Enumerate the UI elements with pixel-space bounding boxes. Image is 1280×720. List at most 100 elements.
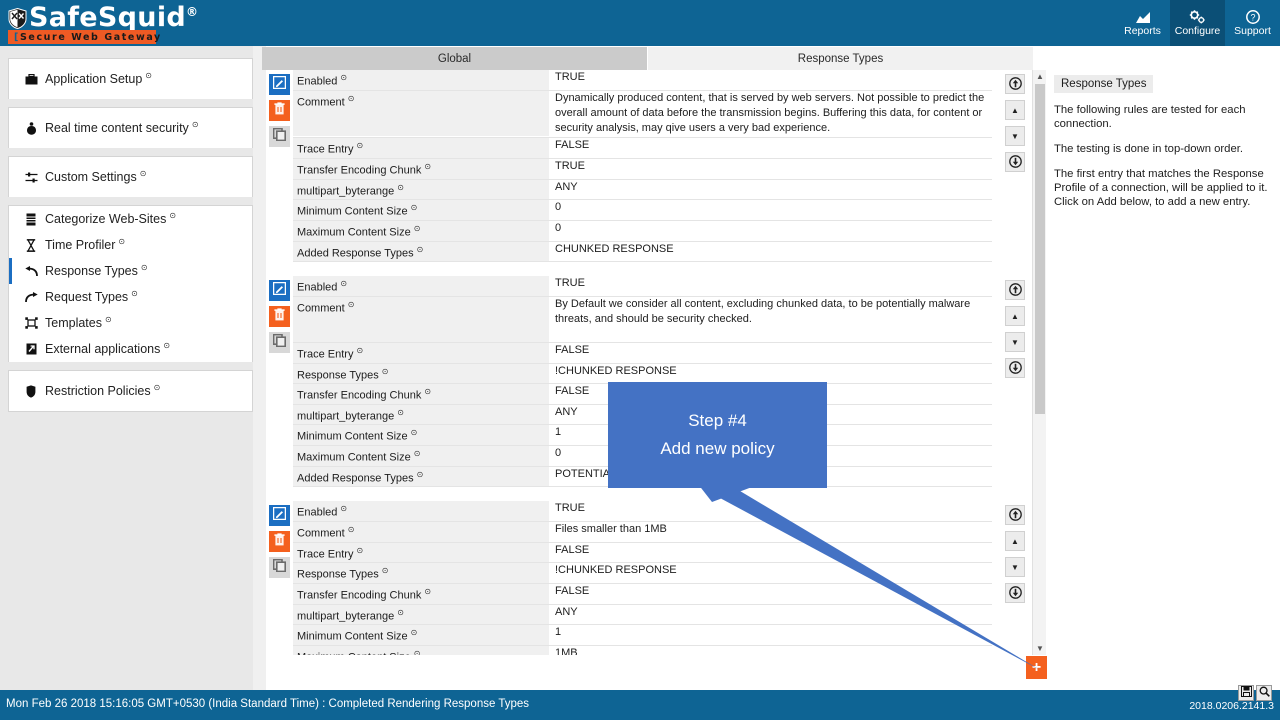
move-to-bottom-button[interactable]: [1005, 358, 1025, 379]
search-icon: [1259, 686, 1270, 700]
help-marker-icon[interactable]: ⊙: [411, 428, 418, 437]
clone-entry-button[interactable]: [269, 332, 290, 354]
field-value[interactable]: CHUNKED RESPONSE: [549, 241, 992, 258]
sidebar-content-divider: [253, 46, 266, 698]
help-marker-icon[interactable]: ⊙: [411, 203, 418, 212]
help-marker-icon[interactable]: ⊙: [145, 71, 152, 80]
search-button[interactable]: [1256, 685, 1272, 701]
entry-reorder-controls: ▲ ▼: [996, 70, 1034, 262]
field-value[interactable]: TRUE: [549, 158, 992, 176]
help-marker-icon[interactable]: ⊙: [382, 367, 389, 376]
clone-entry-button[interactable]: [269, 126, 290, 147]
nav-item-support[interactable]: ? Support: [1225, 0, 1280, 46]
scrollbar-thumb[interactable]: [1035, 84, 1045, 414]
sidebar-item-request-types[interactable]: Request Types ⊙: [9, 284, 252, 310]
tab-response-types[interactable]: Response Types: [648, 47, 1034, 70]
field-value[interactable]: 0: [549, 220, 992, 238]
help-marker-icon[interactable]: ⊙: [105, 315, 112, 324]
move-up-button[interactable]: ▲: [1005, 306, 1025, 327]
tab-global[interactable]: Global: [262, 47, 648, 70]
field-label: Transfer Encoding Chunk ⊙: [293, 384, 549, 404]
move-down-button[interactable]: ▼: [1005, 126, 1025, 146]
sidebar-item-response-types[interactable]: Response Types ⊙: [9, 258, 252, 284]
app-header: SafeSquid® [Secure Web Gateway] Reports …: [0, 0, 1280, 46]
move-down-button[interactable]: ▼: [1005, 332, 1025, 353]
help-marker-icon[interactable]: ⊙: [192, 120, 199, 129]
nav-item-configure[interactable]: Configure: [1170, 0, 1225, 46]
help-marker-icon[interactable]: ⊙: [417, 470, 424, 479]
sidebar-group-4: Restriction Policies ⊙: [8, 370, 253, 412]
help-marker-icon[interactable]: ⊙: [397, 608, 404, 617]
field-row: Comment ⊙ Dynamically produced content, th…: [293, 90, 992, 139]
delete-entry-button[interactable]: [269, 100, 290, 121]
field-value[interactable]: TRUE: [549, 276, 992, 293]
copy-icon: [272, 127, 286, 146]
help-marker-icon[interactable]: ⊙: [414, 224, 421, 233]
field-value[interactable]: TRUE: [549, 70, 992, 87]
sidebar-item-restriction-policies[interactable]: Restriction Policies ⊙: [9, 371, 252, 411]
sidebar-item-categorize-web-sites[interactable]: Categorize Web-Sites ⊙: [9, 206, 252, 232]
sidebar-item-custom-settings[interactable]: Custom Settings ⊙: [9, 157, 252, 197]
sidebar-item-application-setup[interactable]: Application Setup ⊙: [9, 59, 252, 99]
help-marker-icon[interactable]: ⊙: [356, 546, 363, 555]
help-marker-icon[interactable]: ⊙: [340, 279, 347, 288]
edit-entry-button[interactable]: [269, 74, 290, 95]
help-marker-icon[interactable]: ⊙: [414, 649, 421, 655]
sidebar-item-time-profiler[interactable]: Time Profiler ⊙: [9, 232, 252, 258]
help-marker-icon[interactable]: ⊙: [348, 300, 355, 309]
scrollbar-up-arrow[interactable]: ▲: [1033, 70, 1047, 83]
help-marker-icon[interactable]: ⊙: [340, 504, 347, 513]
field-value[interactable]: ANY: [549, 179, 992, 196]
edit-entry-button[interactable]: [269, 280, 290, 302]
field-value[interactable]: !CHUNKED RESPONSE: [549, 363, 992, 380]
help-marker-icon[interactable]: ⊙: [382, 566, 389, 575]
clone-entry-button[interactable]: [269, 557, 290, 579]
field-label: Maximum Content Size⊙: [293, 446, 549, 466]
save-button[interactable]: [1238, 685, 1254, 701]
sidebar-item-label: External applications ⊙: [45, 341, 171, 357]
sidebar-item-external-applications[interactable]: External applications ⊙: [9, 336, 252, 362]
field-value[interactable]: FALSE: [549, 342, 992, 360]
help-marker-icon[interactable]: ⊙: [356, 141, 363, 150]
move-to-top-button[interactable]: [1005, 280, 1025, 301]
help-marker-icon[interactable]: ⊙: [424, 587, 431, 596]
help-marker-icon[interactable]: ⊙: [397, 408, 404, 417]
field-value[interactable]: By Default we consider all content, excl…: [549, 296, 992, 329]
help-marker-icon[interactable]: ⊙: [424, 387, 431, 396]
edit-entry-button[interactable]: [269, 505, 290, 527]
callout-line-2: Add new policy: [660, 439, 775, 458]
help-marker-icon[interactable]: ⊙: [348, 525, 355, 534]
help-marker-icon[interactable]: ⊙: [411, 628, 418, 637]
sidebar-item-real-time-content-security[interactable]: Real time content security ⊙: [9, 108, 252, 148]
version-label: 2018.0206.2141.3: [1189, 700, 1274, 712]
help-marker-icon[interactable]: ⊙: [141, 263, 148, 272]
sidebar-item-templates[interactable]: Templates ⊙: [9, 310, 252, 336]
help-marker-icon[interactable]: ⊙: [118, 237, 125, 246]
help-marker-icon[interactable]: ⊙: [140, 169, 147, 178]
help-marker-icon[interactable]: ⊙: [424, 162, 431, 171]
move-to-bottom-button[interactable]: [1005, 152, 1025, 172]
help-marker-icon[interactable]: ⊙: [397, 183, 404, 192]
app-logo[interactable]: SafeSquid® [Secure Web Gateway]: [8, 2, 198, 44]
help-marker-icon[interactable]: ⊙: [417, 245, 424, 254]
nav-item-reports[interactable]: Reports: [1115, 0, 1170, 46]
help-marker-icon[interactable]: ⊙: [414, 449, 421, 458]
help-marker-icon[interactable]: ⊙: [340, 73, 347, 82]
field-label: Trace Entry ⊙: [293, 542, 549, 563]
move-to-top-button[interactable]: [1005, 74, 1025, 94]
help-marker-icon[interactable]: ⊙: [356, 346, 363, 355]
help-marker-icon[interactable]: ⊙: [163, 341, 170, 350]
help-marker-icon[interactable]: ⊙: [169, 211, 176, 220]
help-marker-icon[interactable]: ⊙: [154, 383, 161, 392]
sidebar-item-label: Templates ⊙: [45, 315, 112, 331]
move-up-button[interactable]: ▲: [1005, 100, 1025, 120]
delete-entry-button[interactable]: [269, 531, 290, 553]
help-marker-icon[interactable]: ⊙: [131, 289, 138, 298]
status-bar: Mon Feb 26 2018 15:16:05 GMT+0530 (India…: [0, 690, 1280, 720]
field-value[interactable]: FALSE: [549, 138, 992, 155]
triangle-up-icon: ▲: [1011, 106, 1019, 115]
field-value[interactable]: Dynamically produced content, that is se…: [549, 90, 992, 138]
delete-entry-button[interactable]: [269, 306, 290, 328]
help-marker-icon[interactable]: ⊙: [348, 94, 355, 103]
field-value[interactable]: 0: [549, 200, 992, 217]
